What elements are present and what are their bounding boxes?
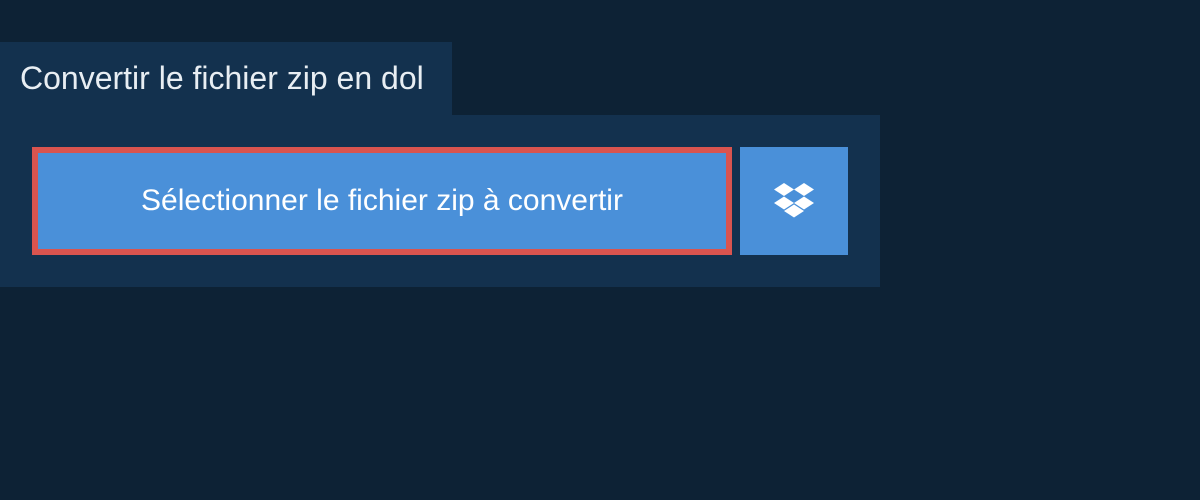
tab-convert[interactable]: Convertir le fichier zip en dol: [0, 42, 452, 115]
select-file-button[interactable]: Sélectionner le fichier zip à convertir: [32, 147, 732, 255]
convert-panel: Sélectionner le fichier zip à convertir: [0, 115, 880, 287]
tab-header: Convertir le fichier zip en dol: [0, 42, 452, 115]
dropbox-icon: [774, 183, 814, 219]
tab-title: Convertir le fichier zip en dol: [20, 60, 424, 96]
select-file-label: Sélectionner le fichier zip à convertir: [141, 184, 623, 218]
dropbox-button[interactable]: [740, 147, 848, 255]
